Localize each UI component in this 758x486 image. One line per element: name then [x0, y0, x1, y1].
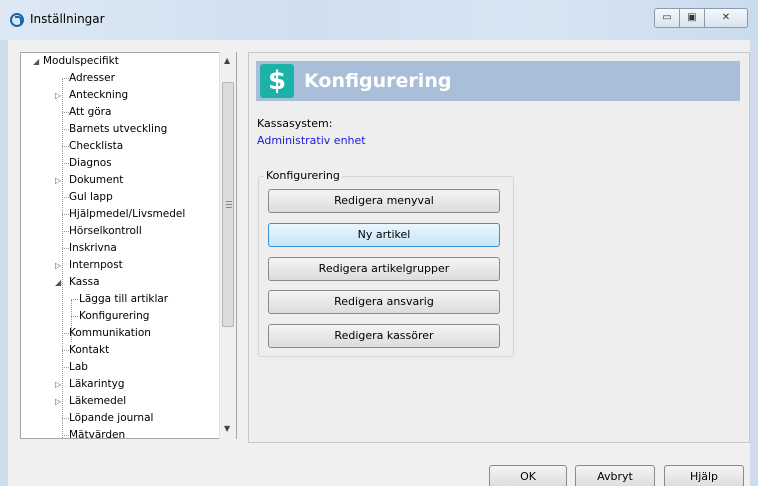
redigera-artikelgrupper-button[interactable]: Redigera artikelgrupper: [268, 257, 500, 281]
minimize-button[interactable]: ▭: [654, 8, 680, 28]
tree-connector: [62, 350, 69, 351]
tree-connector: [62, 333, 69, 334]
window-title: Inställningar: [30, 12, 105, 26]
kassasystem-value: Administrativ enhet: [257, 134, 366, 147]
tree-item-label: Internpost: [69, 259, 123, 271]
dollar-icon: $: [260, 64, 294, 98]
tree-item-label: Inskrivna: [69, 242, 117, 254]
app-logo-icon: [10, 13, 24, 27]
tree-connector: [62, 435, 69, 436]
tree-connector: [62, 129, 69, 130]
collapsed-triangle-icon[interactable]: ▷: [55, 376, 61, 393]
tree-connector: [62, 231, 69, 232]
tree-scrollbar[interactable]: ▲ ▼: [219, 52, 236, 439]
group-title: Konfigurering: [264, 169, 342, 182]
collapsed-triangle-icon[interactable]: ▷: [55, 87, 61, 104]
collapsed-triangle-icon[interactable]: ▷: [55, 393, 61, 410]
close-button[interactable]: ✕: [705, 8, 748, 28]
expanded-triangle-icon[interactable]: ◢: [55, 274, 61, 291]
tree-item-label: Anteckning: [69, 89, 129, 101]
tree-guide-line: [62, 78, 63, 438]
scrollbar-thumb[interactable]: [222, 82, 234, 327]
tree-item-label: Läkemedel: [69, 395, 127, 407]
tree-item-label: Adresser: [69, 72, 115, 84]
ok-button[interactable]: OK: [489, 465, 567, 486]
tree-item-label: Löpande journal: [69, 412, 154, 424]
tree-item-label: Hjälpmedel/Livsmedel: [69, 208, 186, 220]
redigera-menyval-button[interactable]: Redigera menyval: [268, 189, 500, 213]
tree-item-label: Hörselkontroll: [69, 225, 142, 237]
ny-artikel-button[interactable]: Ny artikel: [268, 223, 500, 247]
collapsed-triangle-icon[interactable]: ▷: [55, 172, 61, 189]
tree-connector: [62, 163, 69, 164]
expanded-triangle-icon[interactable]: ◢: [33, 53, 39, 70]
tree-connector: [62, 112, 69, 113]
kassasystem-label: Kassasystem:: [257, 117, 333, 130]
grip-icon: [226, 201, 232, 210]
tree-item-label: Kassa: [69, 276, 100, 288]
tree-connector: [62, 418, 69, 419]
tree-item-label: Att göra: [69, 106, 112, 118]
redigera-ansvarig-button[interactable]: Redigera ansvarig: [268, 290, 500, 314]
collapsed-triangle-icon[interactable]: ▷: [55, 257, 61, 274]
help-button[interactable]: Hjälp: [664, 465, 744, 486]
tree-item-label: Diagnos: [69, 157, 112, 169]
scroll-down-icon[interactable]: ▼: [224, 424, 230, 433]
tree-connector: [62, 146, 69, 147]
tree-item-label: Kontakt: [69, 344, 110, 356]
settings-window: Inställningar ▭ ▣ ✕ ◢ Modulspecifikt Adr…: [0, 0, 758, 486]
tree-item-label: Dokument: [69, 174, 124, 186]
tree-connector: [62, 197, 69, 198]
redigera-kassorer-button[interactable]: Redigera kassörer: [268, 324, 500, 348]
tree-item-label: Barnets utveckling: [69, 123, 168, 135]
tree-item-label: Gul lapp: [69, 191, 113, 203]
cancel-button[interactable]: Avbryt: [575, 465, 655, 486]
tree-item-label: Läkarintyg: [69, 378, 125, 390]
tree-connector: [71, 299, 78, 300]
tree-item-label: Mätvärden: [69, 429, 126, 439]
tree-item-label: Checklista: [69, 140, 124, 152]
maximize-button[interactable]: ▣: [680, 8, 705, 28]
tree-connector: [71, 316, 78, 317]
tree-item-label: Lägga till artiklar: [79, 293, 169, 305]
title-bar: Inställningar ▭ ▣ ✕: [0, 0, 758, 40]
scroll-up-icon[interactable]: ▲: [224, 56, 230, 65]
tree-connector: [62, 248, 69, 249]
tree-item-label: Kommunikation: [69, 327, 151, 339]
tree-item-label: Lab: [69, 361, 88, 373]
tree-item-label: Modulspecifikt: [43, 55, 119, 67]
settings-tree: ◢ Modulspecifikt Adresser ▷ Anteckning At…: [20, 52, 237, 439]
tree-item-label: Konfigurering: [79, 310, 150, 322]
tree-connector: [62, 78, 69, 79]
page-title: Konfigurering: [304, 70, 452, 92]
tree-connector: [62, 214, 69, 215]
tree-connector: [62, 367, 69, 368]
